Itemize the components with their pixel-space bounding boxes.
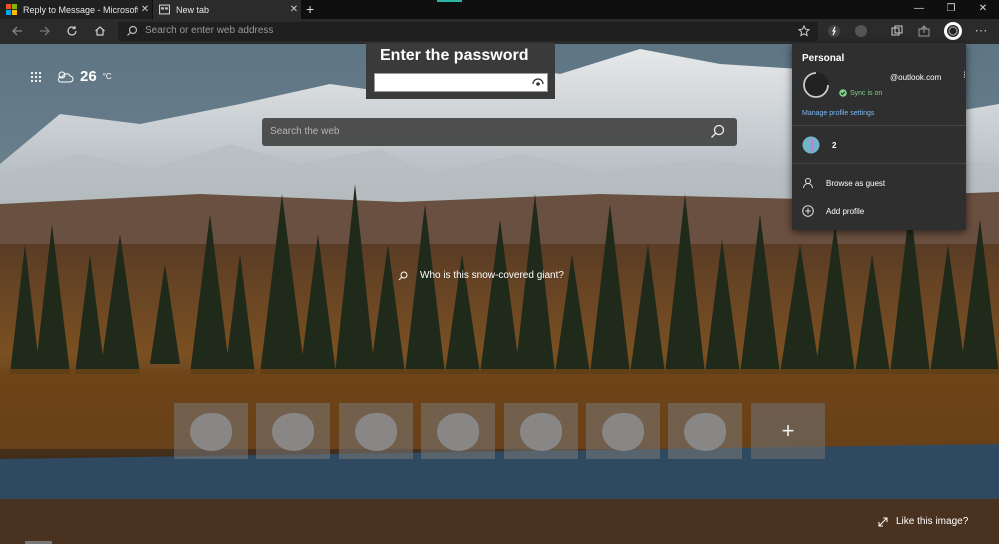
browse-as-guest-label: Browse as guest bbox=[826, 178, 886, 188]
profile-avatar-icon[interactable] bbox=[944, 22, 962, 40]
address-bar[interactable]: Search or enter web address bbox=[118, 22, 818, 41]
browser-toolbar: Search or enter web address ⋯ bbox=[0, 19, 999, 44]
profile-panel-title: Personal bbox=[802, 53, 845, 64]
image-question-text: Who is this snow-covered giant? bbox=[420, 270, 564, 281]
forward-arrow-icon[interactable] bbox=[37, 23, 53, 39]
back-arrow-icon[interactable] bbox=[9, 23, 25, 39]
close-window-button[interactable]: ✕ bbox=[967, 0, 999, 19]
close-tab-icon[interactable]: ✕ bbox=[287, 4, 301, 15]
divider bbox=[792, 125, 966, 126]
password-input[interactable] bbox=[374, 73, 548, 92]
home-icon[interactable] bbox=[92, 23, 108, 39]
tab-label: New tab bbox=[176, 4, 210, 15]
address-placeholder: Search or enter web address bbox=[145, 25, 274, 36]
profile-avatar-icon[interactable] bbox=[802, 71, 830, 99]
search-icon bbox=[398, 271, 408, 280]
check-icon bbox=[839, 89, 847, 97]
more-icon[interactable]: ⋯ bbox=[973, 23, 989, 39]
quick-link-tile[interactable] bbox=[421, 403, 495, 459]
manage-profile-link[interactable]: Manage profile settings bbox=[802, 110, 874, 117]
quick-link-tile[interactable] bbox=[256, 403, 330, 459]
eye-reveal-icon[interactable] bbox=[532, 77, 544, 87]
temperature-value: 26 bbox=[80, 68, 97, 85]
refresh-icon[interactable] bbox=[64, 23, 80, 39]
extension-icon-2[interactable] bbox=[853, 23, 869, 39]
tab-new-tab[interactable]: New tab ✕ bbox=[153, 0, 301, 19]
sync-status: Sync is on bbox=[839, 89, 882, 97]
profile-item-2[interactable]: 2 bbox=[802, 136, 836, 154]
web-search-box[interactable]: Search the web bbox=[262, 118, 737, 146]
add-profile-button[interactable]: Add profile bbox=[802, 205, 864, 217]
new-tab-page-icon bbox=[159, 4, 170, 15]
quick-link-tile[interactable] bbox=[668, 403, 742, 459]
profile-email: @outlook.com bbox=[890, 73, 942, 82]
window-controls: — ❐ ✕ bbox=[903, 0, 999, 19]
add-profile-label: Add profile bbox=[826, 206, 865, 216]
extension-icon[interactable] bbox=[826, 23, 842, 39]
restore-button[interactable]: ❐ bbox=[935, 0, 967, 19]
quick-link-tile[interactable] bbox=[339, 403, 413, 459]
password-dialog: Enter the password bbox=[366, 43, 555, 99]
like-image-text: Like this image? bbox=[896, 516, 969, 527]
minimize-button[interactable]: — bbox=[903, 0, 935, 19]
tab-teams[interactable]: Reply to Message - Microsoft Te ✕ bbox=[0, 0, 152, 19]
profile-more-icon[interactable]: ⁝ bbox=[963, 70, 966, 81]
sync-status-text: Sync is on bbox=[850, 89, 883, 97]
share-icon[interactable] bbox=[916, 23, 932, 39]
close-tab-icon[interactable]: ✕ bbox=[138, 4, 152, 15]
collections-icon[interactable] bbox=[889, 23, 905, 39]
weather-widget[interactable]: 26 °C bbox=[30, 68, 112, 85]
temperature-unit: °C bbox=[102, 72, 112, 81]
profile-panel: Personal @outlook.com ⁝ Sync is on Manag… bbox=[792, 43, 966, 230]
tab-label: Reply to Message - Microsoft Te bbox=[23, 4, 138, 15]
search-icon[interactable] bbox=[710, 124, 725, 139]
tab-accent-line bbox=[437, 0, 462, 2]
favorite-star-icon[interactable] bbox=[796, 23, 812, 39]
web-search-placeholder: Search the web bbox=[270, 126, 340, 137]
like-image-link[interactable]: Like this image? bbox=[878, 516, 968, 527]
guest-icon bbox=[803, 178, 813, 189]
profile-item-label: 2 bbox=[832, 140, 837, 150]
quick-link-tile[interactable] bbox=[504, 403, 578, 459]
weather-cloud-icon bbox=[58, 71, 74, 82]
browse-as-guest-button[interactable]: Browse as guest bbox=[802, 177, 885, 189]
password-dialog-title: Enter the password bbox=[380, 47, 529, 64]
tab-bar: Reply to Message - Microsoft Te ✕ New ta… bbox=[0, 0, 999, 19]
add-quick-link-button[interactable]: + bbox=[751, 403, 825, 459]
quick-link-tile[interactable] bbox=[174, 403, 248, 459]
divider bbox=[792, 163, 966, 164]
add-icon bbox=[802, 205, 814, 217]
apps-grid-icon[interactable] bbox=[30, 71, 42, 83]
microsoft-logo-icon bbox=[6, 4, 17, 15]
expand-icon bbox=[878, 517, 888, 526]
image-info-link[interactable]: Who is this snow-covered giant? bbox=[398, 270, 564, 281]
profile-avatar-icon bbox=[802, 136, 820, 154]
new-tab-button[interactable]: + bbox=[306, 1, 314, 17]
search-icon bbox=[127, 25, 138, 36]
quick-link-tile[interactable] bbox=[586, 403, 660, 459]
